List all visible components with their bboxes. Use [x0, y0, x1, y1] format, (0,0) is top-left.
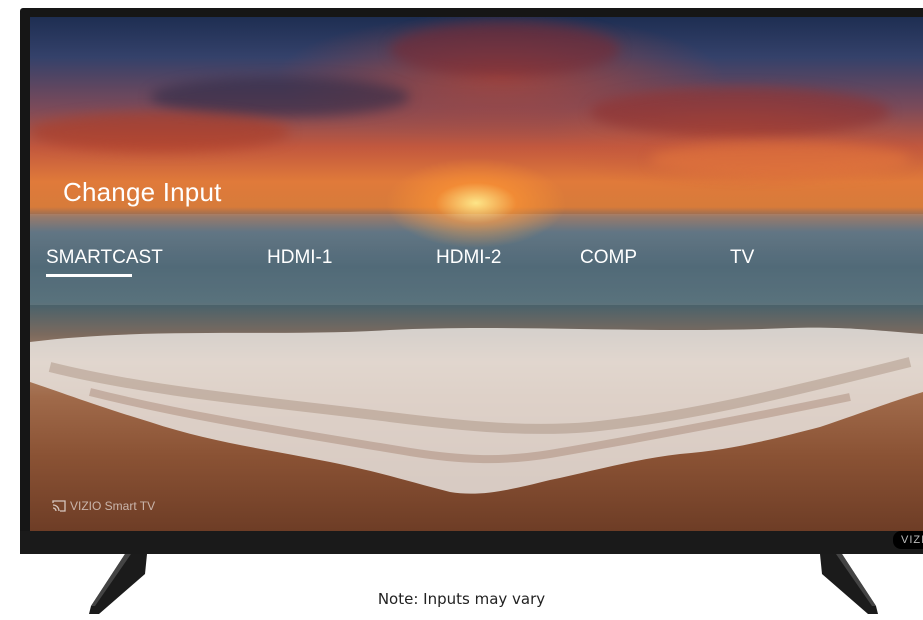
cloud: [390, 22, 620, 77]
inputs-note: Note: Inputs may vary: [377, 590, 546, 608]
selection-underline: [46, 274, 132, 277]
cloud: [590, 87, 890, 137]
input-hdmi-2[interactable]: HDMI-2: [436, 247, 501, 269]
cloud: [150, 77, 410, 117]
brand-badge: VIZIO: [893, 531, 923, 549]
input-tv[interactable]: TV: [730, 247, 754, 269]
input-comp[interactable]: COMP: [580, 247, 637, 269]
tv-screen: Change Input SMARTCAST HDMI-1 HDMI-2 COM…: [30, 17, 923, 531]
surf-foam: [30, 327, 923, 494]
cast-icon: [52, 500, 66, 512]
menu-title: Change Input: [63, 177, 222, 207]
cloud: [650, 142, 910, 177]
vizio-watermark: VIZIO Smart TV: [52, 499, 155, 513]
watermark-text: VIZIO Smart TV: [70, 499, 156, 513]
input-smartcast[interactable]: SMARTCAST: [46, 247, 163, 269]
cloud: [30, 112, 290, 152]
input-hdmi-1[interactable]: HDMI-1: [267, 247, 332, 269]
bottom-bezel: [20, 531, 923, 554]
